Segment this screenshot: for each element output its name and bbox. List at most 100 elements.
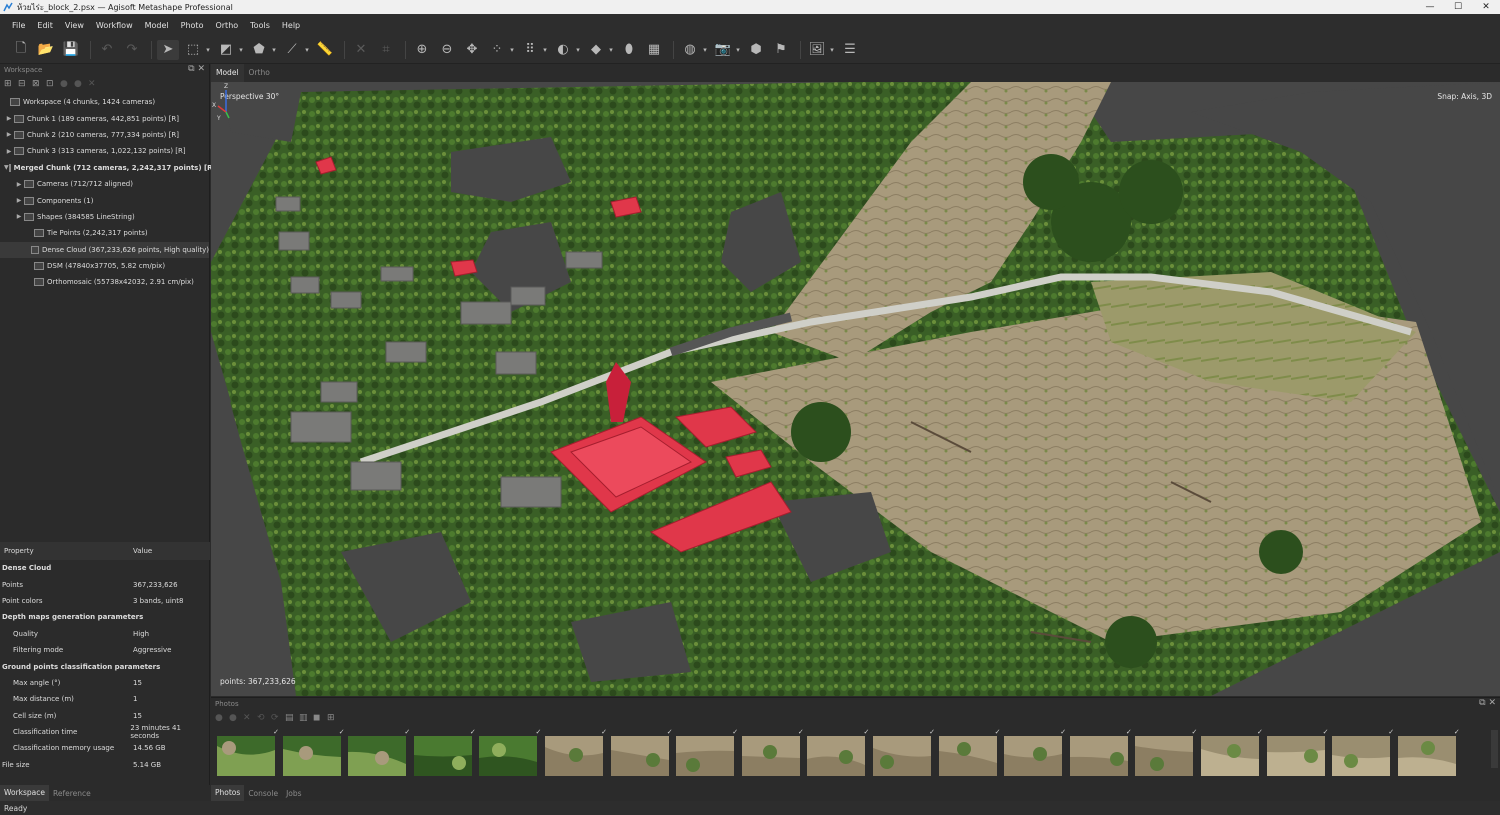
mask-icon[interactable]: ◼ <box>313 713 327 723</box>
tree-item[interactable]: ▶ Chunk 3 (313 cameras, 1,022,132 points)… <box>0 143 209 159</box>
ruler-icon[interactable]: 📏 <box>314 40 336 60</box>
tree-item[interactable]: ▶ Chunk 2 (210 cameras, 777,334 points) [… <box>0 127 209 143</box>
dense-cloud-icon[interactable]: ⠿ <box>519 40 541 60</box>
collapsed-arrow-icon[interactable]: ▶ <box>4 131 14 138</box>
crop-selection-icon[interactable]: ⌗ <box>375 40 397 60</box>
menu-model[interactable]: Model <box>145 21 169 30</box>
chevron-down-icon[interactable]: ▾ <box>828 40 836 60</box>
photo-thumbnail[interactable]: ✓ <box>741 728 804 776</box>
add-markers-icon[interactable]: ⊡ <box>46 79 60 89</box>
value-column-header[interactable]: Value <box>133 547 152 555</box>
chevron-down-icon[interactable]: ▾ <box>574 40 582 60</box>
tree-item[interactable]: Workspace (4 chunks, 1424 cameras) <box>0 94 209 110</box>
photo-thumbnail[interactable]: ✓ <box>1397 728 1460 776</box>
photo-thumbnail[interactable]: ✓ <box>217 728 279 776</box>
navigation-pointer-icon[interactable]: ➤ <box>157 39 179 60</box>
collapsed-arrow-icon[interactable]: ▶ <box>4 148 14 155</box>
chevron-down-icon[interactable]: ▾ <box>734 40 742 60</box>
disable-icon[interactable]: ● <box>74 79 88 89</box>
remove-camera-icon[interactable]: ✕ <box>243 713 257 723</box>
tree-item[interactable]: ▶ Chunk 1 (189 cameras, 442,851 points) [… <box>0 110 209 126</box>
reset-view-icon[interactable]: ✥ <box>461 40 483 60</box>
photo-thumbnail[interactable]: ✓ <box>1332 728 1394 776</box>
chevron-down-icon[interactable]: ▾ <box>237 40 245 60</box>
tree-item[interactable]: DSM (47840x37705, 5.82 cm/pix) <box>0 258 209 274</box>
photo-thumbnail[interactable]: ✓ <box>807 728 869 776</box>
resize-region-icon[interactable]: ◩ <box>215 40 237 60</box>
menu-help[interactable]: Help <box>282 21 300 30</box>
remove-icon[interactable]: ✕ <box>88 79 102 89</box>
chevron-down-icon[interactable]: ▾ <box>303 40 311 60</box>
redo-icon[interactable]: ↷ <box>121 40 143 60</box>
add-chunk-icon[interactable]: ⊞ <box>4 79 18 89</box>
view-mode-icon[interactable]: ⊞ <box>327 713 341 723</box>
photo-thumbnail[interactable]: ✓ <box>544 728 607 776</box>
shapes-icon[interactable]: ⬮ <box>618 40 640 60</box>
panel-float-close-icon[interactable]: ⧉ ✕ <box>188 64 205 74</box>
disable-camera-icon[interactable]: ● <box>229 713 243 723</box>
photo-thumbnail[interactable]: ✓ <box>872 728 935 776</box>
tab-console[interactable]: Console <box>244 789 282 798</box>
camera-icon[interactable]: 📷 <box>712 40 734 60</box>
show-cameras-icon[interactable]: ◍ <box>679 40 701 60</box>
reset-filter-icon[interactable]: ▥ <box>299 713 313 723</box>
show-basemap-icon[interactable]: ☰ <box>839 40 861 60</box>
dem-icon[interactable]: ▦ <box>643 40 665 60</box>
rotate-left-icon[interactable]: ⟲ <box>257 713 271 723</box>
point-cloud-icon[interactable]: ⁘ <box>486 40 508 60</box>
close-window-button[interactable]: ✕ <box>1472 0 1500 14</box>
zoom-in-icon[interactable]: ⊕ <box>411 40 433 60</box>
rotate-right-icon[interactable]: ⟳ <box>271 713 285 723</box>
tiled-model-icon[interactable]: ◆ <box>585 40 607 60</box>
undo-icon[interactable]: ↶ <box>96 40 118 60</box>
photo-thumbnail[interactable]: ✓ <box>610 728 673 776</box>
draw-polyline-icon[interactable]: ⟋ <box>281 40 303 60</box>
menu-tools[interactable]: Tools <box>250 21 270 30</box>
photo-thumbnail[interactable]: ✓ <box>282 728 345 776</box>
collapsed-arrow-icon[interactable]: ▶ <box>4 115 14 122</box>
chevron-down-icon[interactable]: ▾ <box>204 40 212 60</box>
collapsed-arrow-icon[interactable]: ▶ <box>14 181 24 188</box>
menu-file[interactable]: File <box>12 21 25 30</box>
photo-thumbnail[interactable]: ✓ <box>676 728 738 776</box>
model-shaded-icon[interactable]: ◐ <box>552 40 574 60</box>
tab-model[interactable]: Model <box>211 64 244 82</box>
show-images-icon[interactable]: 🖼 <box>806 40 828 60</box>
menu-workflow[interactable]: Workflow <box>96 21 133 30</box>
enable-icon[interactable]: ● <box>60 79 74 89</box>
tab-jobs[interactable]: Jobs <box>282 789 305 798</box>
chevron-down-icon[interactable]: ▾ <box>508 40 516 60</box>
photo-thumbnail[interactable]: ✓ <box>1069 728 1132 776</box>
tree-item[interactable]: Dense Cloud (367,233,626 points, High qu… <box>0 241 209 258</box>
tree-item[interactable]: ▶ Components (1) <box>0 192 209 208</box>
chevron-down-icon[interactable]: ▾ <box>541 40 549 60</box>
minimize-button[interactable]: — <box>1416 0 1444 14</box>
tab-ortho[interactable]: Ortho <box>244 64 275 82</box>
photo-thumbnail[interactable]: ✓ <box>348 728 410 776</box>
photo-thumbnail[interactable]: ✓ <box>1135 728 1197 776</box>
property-column-header[interactable]: Property <box>0 547 133 555</box>
photo-thumbnail[interactable]: ✓ <box>1266 728 1329 776</box>
tree-item[interactable]: ▶ Shapes (384585 LineString) <box>0 209 209 225</box>
photo-thumbnail[interactable]: ✓ <box>479 728 541 776</box>
collapsed-arrow-icon[interactable]: ▶ <box>14 197 24 204</box>
tree-item[interactable]: ▶ Cameras (712/712 aligned) <box>0 176 209 192</box>
markers-flag-icon[interactable]: ⚑ <box>770 40 792 60</box>
enable-camera-icon[interactable]: ● <box>215 713 229 723</box>
collapsed-arrow-icon[interactable]: ▶ <box>14 213 24 220</box>
menu-view[interactable]: View <box>65 21 84 30</box>
add-photos-icon[interactable]: ⊟ <box>18 79 32 89</box>
tree-item[interactable]: ▼ Merged Chunk (712 cameras, 2,242,317 po… <box>0 160 216 176</box>
delete-selection-icon[interactable]: ✕ <box>350 40 372 60</box>
menu-edit[interactable]: Edit <box>37 21 53 30</box>
photo-thumbnail[interactable]: ✓ <box>938 728 1001 776</box>
model-viewport[interactable]: Perspective 30° Snap: Axis, 3D points: 3… <box>211 82 1500 696</box>
chevron-down-icon[interactable]: ▾ <box>701 40 709 60</box>
tab-workspace[interactable]: Workspace <box>0 785 49 801</box>
new-document-icon[interactable]: 🗋 <box>10 40 32 60</box>
zoom-out-icon[interactable]: ⊖ <box>436 40 458 60</box>
chevron-down-icon[interactable]: ▾ <box>607 40 615 60</box>
rectangle-selection-icon[interactable]: ⬚ <box>182 40 204 60</box>
save-icon[interactable]: 💾 <box>60 40 82 60</box>
tab-reference[interactable]: Reference <box>49 789 95 798</box>
